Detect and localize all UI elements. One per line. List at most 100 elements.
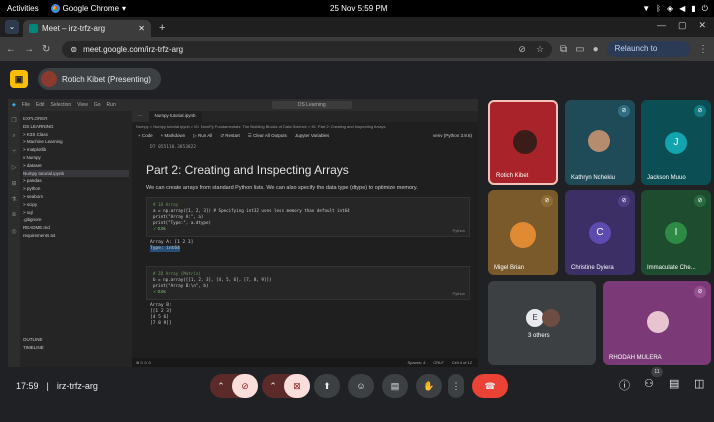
participant-tile-jackson[interactable]: ⊘ J Jackson Muuo <box>641 100 711 185</box>
explorer-item[interactable]: requirements.txt <box>23 232 129 240</box>
command-search[interactable]: DS Learning <box>271 101 352 109</box>
close-window-icon[interactable]: ✕ <box>698 20 706 31</box>
activities-icon[interactable]: ◫ <box>694 377 704 390</box>
browser-tab-meet[interactable]: Meet – irz-trfz-arg ✕ <box>23 20 151 37</box>
add-markdown-button[interactable]: + Markdown <box>161 133 186 139</box>
chat-icon[interactable]: ▤ <box>669 377 679 390</box>
explorer-item-selected[interactable]: Numpy tutorial.ipynb <box>23 169 129 178</box>
explorer-item[interactable]: > dataset <box>23 162 129 170</box>
explorer-item[interactable]: > scipy <box>23 201 129 209</box>
activities-button[interactable]: Activities <box>7 4 39 13</box>
bookmark-star-icon[interactable]: ☆ <box>536 44 544 55</box>
present-icon[interactable]: ▣ <box>10 70 28 88</box>
menu-file[interactable]: File <box>22 102 30 108</box>
tab-title: Meet – irz-trfz-arg <box>42 24 106 33</box>
reload-icon[interactable]: ↻ <box>42 44 50 55</box>
captions-button[interactable]: ▤ <box>382 374 408 398</box>
source-control-icon[interactable]: ⑂ <box>12 149 16 155</box>
editor-tab[interactable]: ⋯ <box>132 111 149 122</box>
problems-status[interactable]: ⊗ 0 ⚠ 0 <box>136 360 151 365</box>
jupyter-icon[interactable]: ◎ <box>11 228 16 235</box>
cell-language[interactable]: Python <box>453 228 465 234</box>
participant-tile-kathryn[interactable]: ⊘ Kathryn Nchekiu <box>565 100 635 185</box>
present-button[interactable]: ⬆ <box>314 374 340 398</box>
editor-tab-active[interactable]: Numpy tutorial.ipynb <box>148 111 202 122</box>
menu-kebab-icon[interactable]: ⋮ <box>698 44 708 55</box>
explorer-item[interactable]: README.md <box>23 224 129 232</box>
camera-control[interactable]: ⌃ ⊠ <box>262 374 310 398</box>
indent-status[interactable]: Spaces: 4 <box>408 360 426 365</box>
back-icon[interactable]: ← <box>6 44 16 55</box>
explorer-item[interactable]: > sql <box>23 209 129 217</box>
variables-button[interactable]: Jupyter Variables <box>295 133 329 139</box>
breadcrumb[interactable]: Numpy > Numpy tutorial.ipynb > M↓ NumPy … <box>132 122 478 131</box>
explorer-item[interactable]: > python <box>23 185 129 193</box>
reactions-button[interactable]: ☺ <box>348 374 374 398</box>
others-tile[interactable]: E 3 others <box>488 281 596 365</box>
participant-tile-rotich[interactable]: Rotich Kibet <box>488 100 558 185</box>
menu-edit[interactable]: Edit <box>36 102 45 108</box>
explorer-item[interactable]: v Numpy <box>23 154 129 162</box>
profile-avatar[interactable]: ● <box>593 44 599 55</box>
explorer-item[interactable]: > seaborn <box>23 193 129 201</box>
minimize-icon[interactable]: — <box>657 20 666 31</box>
explorer-item[interactable]: DS LEARNING <box>23 123 129 131</box>
mic-control[interactable]: ⌃ ⊘ <box>210 374 258 398</box>
menu-go[interactable]: Go <box>94 102 101 108</box>
system-tray[interactable]: ▼ ᛒ ◈ ◀ ▮ ⏻ <box>642 4 708 14</box>
site-info-icon[interactable]: ⊜ <box>70 45 77 54</box>
timeline-section[interactable]: TIMELINE <box>23 344 129 352</box>
remote-icon[interactable]: ⧈ <box>12 212 16 219</box>
sidepanel-icon[interactable]: ▭ <box>575 44 584 55</box>
explorer-item[interactable]: > pandas <box>23 177 129 185</box>
video-options-icon[interactable]: ⌃ <box>262 381 284 392</box>
close-tab-icon[interactable]: ✕ <box>138 24 145 33</box>
explorer-item[interactable]: .gitignore <box>23 216 129 224</box>
mic-off-icon[interactable]: ⊘ <box>232 374 258 398</box>
menu-selection[interactable]: Selection <box>51 102 72 108</box>
camera-off-icon[interactable]: ⊠ <box>284 374 310 398</box>
explorer-icon[interactable]: ❐ <box>11 117 16 124</box>
testing-icon[interactable]: ⚗ <box>11 196 16 203</box>
cell-language[interactable]: Python <box>453 291 465 297</box>
address-bar[interactable]: ⊜ meet.google.com/irz-trfz-arg ⊘ ☆ <box>62 40 553 58</box>
more-options-button[interactable]: ⋮ <box>448 374 464 398</box>
people-icon[interactable]: ⚇ <box>644 377 654 390</box>
extensions-icon[interactable]: ⧉ <box>560 44 567 55</box>
camera-blocked-icon[interactable]: ⊘ <box>518 44 526 55</box>
relaunch-button[interactable]: Relaunch to update <box>606 41 690 69</box>
explorer-item[interactable]: > K3S Class <box>23 131 129 139</box>
tab-search-icon[interactable]: ⌄ <box>5 20 19 34</box>
explorer-item[interactable]: > Machine Learning <box>23 138 129 146</box>
app-menu[interactable]: Google Chrome ▾ <box>50 4 126 13</box>
system-clock[interactable]: 25 Nov 5:59 PM <box>330 4 387 13</box>
run-all-button[interactable]: ▷ Run All <box>193 133 212 139</box>
outline-section[interactable]: OUTLINE <box>23 336 129 344</box>
raise-hand-button[interactable]: ✋ <box>416 374 442 398</box>
run-debug-icon[interactable]: ▷ <box>12 164 17 171</box>
kernel-picker[interactable]: venv (Python 3.9.6) <box>433 133 472 139</box>
audio-options-icon[interactable]: ⌃ <box>210 381 232 392</box>
restart-button[interactable]: ↺ Restart <box>220 133 240 139</box>
forward-icon[interactable]: → <box>24 44 34 55</box>
meeting-details-icon[interactable]: ⓘ <box>619 377 630 393</box>
menu-run[interactable]: Run <box>107 102 116 108</box>
leave-call-button[interactable]: ☎ <box>472 374 508 398</box>
eol-status[interactable]: CRLF <box>433 360 443 365</box>
extensions-icon[interactable]: ⊞ <box>11 180 16 187</box>
code-cell[interactable]: # 2D Array (Matrix) b = np.array([[1, 2,… <box>146 266 470 300</box>
participant-tile-christine[interactable]: ⊘ C Christine Dyiera <box>565 190 635 275</box>
add-code-button[interactable]: + Code <box>138 133 153 139</box>
explorer-item[interactable]: > matplotlib <box>23 146 129 154</box>
menu-view[interactable]: View <box>77 102 88 108</box>
participant-tile-rhodah[interactable]: ⊘ RHODAH MULERA <box>603 281 711 365</box>
participant-tile-migel[interactable]: ⊘ Migel Brian <box>488 190 558 275</box>
search-icon[interactable]: ⌕ <box>12 133 15 140</box>
cell-position-status[interactable]: Cell 4 of 12 <box>452 360 472 365</box>
participant-tile-immaculate[interactable]: ⊘ I Immaculate Che... <box>641 190 711 275</box>
code-cell[interactable]: # 1D Array a = np.array([1, 2, 3]) # Spe… <box>146 197 470 237</box>
clear-outputs-button[interactable]: ☰ Clear All Outputs <box>248 133 287 139</box>
new-tab-button[interactable]: + <box>159 22 165 34</box>
presenter-chip[interactable]: Rotich Kibet (Presenting) <box>38 68 161 90</box>
maximize-icon[interactable]: ▢ <box>678 20 687 31</box>
